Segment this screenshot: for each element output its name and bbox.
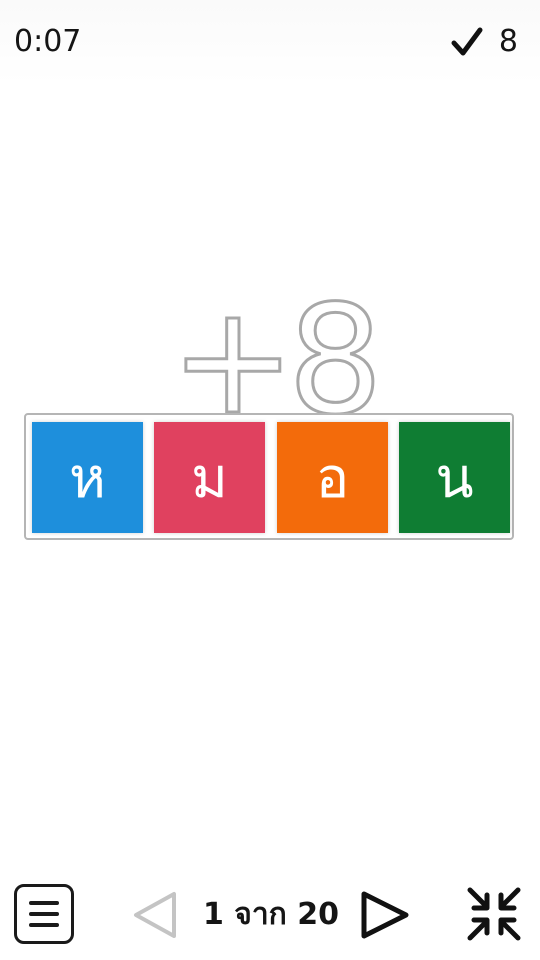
checkmark-icon (451, 27, 483, 56)
tile-letter: น (435, 446, 474, 511)
score-display: 8 (451, 22, 518, 62)
hamburger-icon (29, 901, 59, 905)
next-button[interactable] (358, 890, 412, 940)
triangle-left-outline-icon (134, 892, 176, 938)
menu-button[interactable] (14, 884, 74, 944)
tile-letter: ม (191, 446, 228, 511)
letter-tile-2[interactable]: ม (154, 422, 265, 533)
triangle-right-outline-icon (361, 891, 409, 939)
status-bar: 0:07 8 (0, 0, 540, 84)
collapse-arrows-icon (467, 887, 521, 941)
hamburger-icon-line (29, 912, 59, 916)
hamburger-icon-line (29, 923, 59, 927)
page-indicator: 1 จาก 20 (202, 897, 340, 932)
letter-tile-3[interactable]: อ (277, 422, 388, 533)
score-count: 8 (498, 24, 518, 59)
tile-letter: อ (315, 446, 350, 511)
letter-tile-4[interactable]: น (399, 422, 510, 533)
letter-tile-1[interactable]: ห (32, 422, 143, 533)
bonus-points: +8 (170, 290, 380, 420)
bonus-points-text: +8 (170, 290, 375, 420)
tile-letter: ห (69, 446, 106, 511)
previous-button[interactable] (130, 890, 180, 940)
timer: 0:07 (14, 24, 82, 59)
collapse-button[interactable] (466, 886, 522, 942)
